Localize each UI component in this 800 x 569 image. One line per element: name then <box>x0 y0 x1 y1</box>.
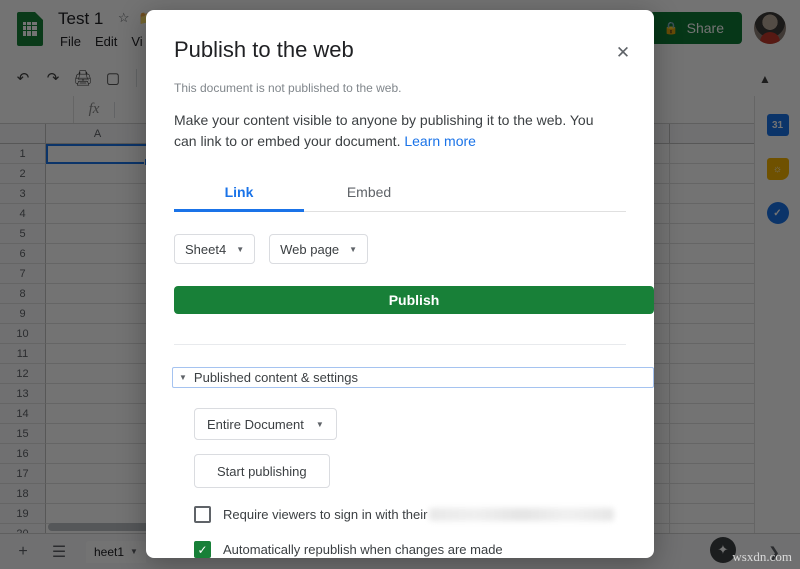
published-content-settings-toggle[interactable]: ▼ Published content & settings <box>172 367 654 388</box>
redacted-domain-text <box>429 508 614 521</box>
chevron-down-icon: ▼ <box>316 420 324 429</box>
publish-selectors: Sheet4 ▼ Web page ▼ <box>174 234 654 264</box>
description-text: Make your content visible to anyone by p… <box>174 112 594 149</box>
format-select[interactable]: Web page ▼ <box>269 234 368 264</box>
publish-button[interactable]: Publish <box>174 286 654 314</box>
auto-republish-label: Automatically republish when changes are… <box>223 542 503 557</box>
dialog-tabs: Link Embed <box>174 174 626 212</box>
active-tab-underline <box>174 209 304 212</box>
publish-status-text: This document is not published to the we… <box>146 64 654 96</box>
tab-embed[interactable]: Embed <box>304 174 434 211</box>
tab-link[interactable]: Link <box>174 174 304 211</box>
start-publishing-button[interactable]: Start publishing <box>194 454 330 488</box>
require-signin-checkbox[interactable] <box>194 506 211 523</box>
sheet-select-value: Sheet4 <box>185 242 226 257</box>
chevron-down-icon: ▼ <box>236 245 244 254</box>
format-select-value: Web page <box>280 242 339 257</box>
require-signin-label: Require viewers to sign in with their <box>223 507 427 522</box>
triangle-down-icon: ▼ <box>179 373 187 382</box>
watermark: wsxdn.com <box>732 549 792 565</box>
scope-select[interactable]: Entire Document ▼ <box>194 408 337 440</box>
dialog-header: Publish to the web ✕ <box>146 10 654 64</box>
chevron-down-icon: ▼ <box>349 245 357 254</box>
dialog-title: Publish to the web <box>174 36 626 64</box>
require-signin-label-group: Require viewers to sign in with their <box>223 507 614 522</box>
published-content-settings-label: Published content & settings <box>194 370 358 385</box>
require-signin-row[interactable]: Require viewers to sign in with their <box>194 506 654 523</box>
section-divider <box>174 344 626 345</box>
close-icon[interactable]: ✕ <box>610 40 636 66</box>
dialog-description: Make your content visible to anyone by p… <box>146 96 654 152</box>
auto-republish-row[interactable]: ✓ Automatically republish when changes a… <box>194 541 654 558</box>
auto-republish-checkbox[interactable]: ✓ <box>194 541 211 558</box>
scope-select-value: Entire Document <box>207 417 304 432</box>
settings-body: Entire Document ▼ Start publishing Requi… <box>194 388 654 558</box>
publish-to-web-dialog: Publish to the web ✕ This document is no… <box>146 10 654 558</box>
sheet-select[interactable]: Sheet4 ▼ <box>174 234 255 264</box>
learn-more-link[interactable]: Learn more <box>404 133 476 149</box>
